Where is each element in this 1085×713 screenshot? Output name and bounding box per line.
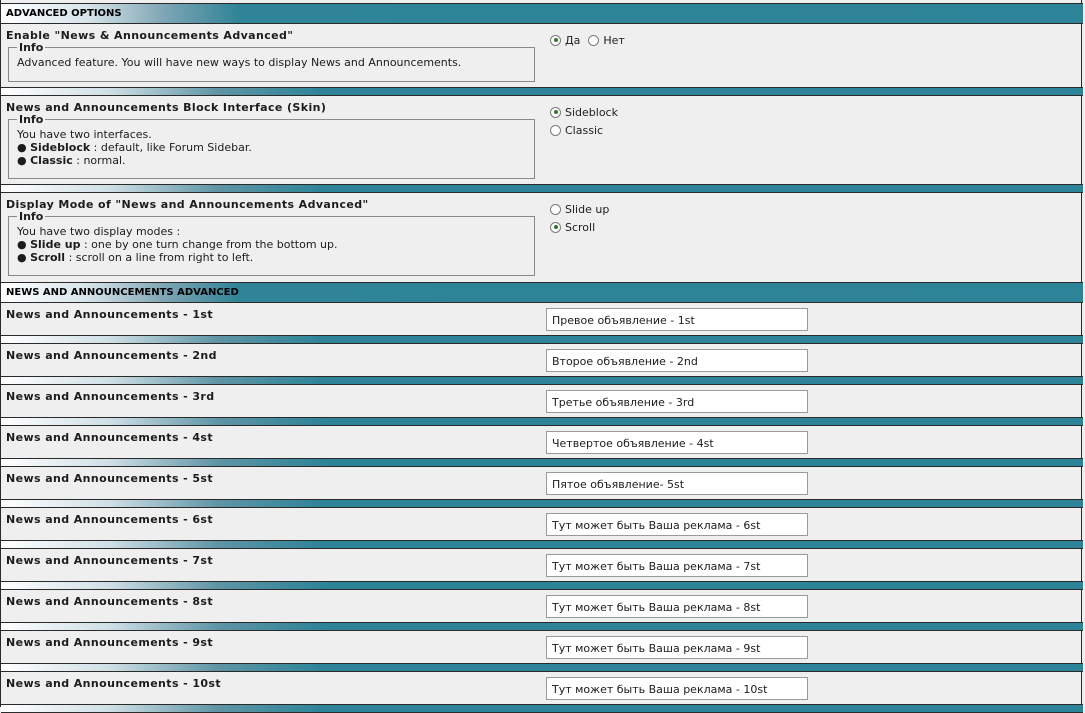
mode-info-box: Info You have two display modes : ● Slid… (8, 210, 535, 276)
news-row-label: News and Announcements - 7st (6, 554, 213, 567)
bullet-icon: ● (17, 251, 27, 264)
radio-slide-up[interactable] (550, 203, 561, 215)
news-row-label: News and Announcements - 3rd (6, 390, 215, 403)
radio-sideblock-label[interactable]: Sideblock (565, 106, 618, 119)
news-row-label: News and Announcements - 10st (6, 677, 222, 690)
mode-info-intro: You have two display modes : (17, 225, 181, 238)
row-separator (1, 704, 1083, 713)
advanced-options-header-label: ADVANCED OPTIONS (6, 8, 122, 19)
news-row-label: News and Announcements - 9st (6, 636, 213, 649)
news-section-header-label: NEWS AND ANNOUNCEMENTS ADVANCED (6, 287, 239, 298)
radio-classic[interactable] (550, 124, 561, 136)
info-legend: Info (19, 113, 44, 126)
news-text-input[interactable]: Четвертое объявление - 4st (546, 431, 808, 454)
skin-radio-classic-row: Classic (550, 122, 603, 138)
row-separator (1, 581, 1083, 590)
news-text-input[interactable]: Второе объявление - 2nd (546, 349, 808, 372)
radio-classic-label[interactable]: Classic (565, 124, 603, 137)
news-row-label: News and Announcements - 1st (6, 308, 213, 321)
news-text-input[interactable]: Тут может быть Ваша реклама - 7st (546, 554, 808, 577)
news-row-label: News and Announcements - 4st (6, 431, 213, 444)
radio-yes[interactable] (550, 34, 561, 46)
settings-panel: ADVANCED OPTIONS Enable "News & Announce… (0, 0, 1083, 713)
news-text-input[interactable]: Превое объявление - 1st (546, 308, 808, 331)
radio-yes-label[interactable]: Да (565, 34, 580, 47)
row-separator (1, 663, 1083, 672)
news-text-input[interactable]: Тут может быть Ваша реклама - 9st (546, 636, 808, 659)
row-separator (1, 376, 1083, 385)
row-separator (1, 622, 1083, 631)
news-row-label: News and Announcements - 6st (6, 513, 213, 526)
news-row-label: News and Announcements - 2nd (6, 349, 217, 362)
row-separator (1, 417, 1083, 426)
enable-info-box: Info Advanced feature. You will have new… (8, 41, 535, 82)
radio-no-label[interactable]: Нет (603, 34, 624, 47)
radio-slide-up-label[interactable]: Slide up (565, 203, 609, 216)
skin-info-item-name: Classic (30, 154, 73, 167)
skin-info-intro: You have two interfaces. (17, 128, 152, 141)
radio-scroll[interactable] (550, 221, 561, 233)
news-text-input[interactable]: Пятое объявление- 5st (546, 472, 808, 495)
news-text-input[interactable]: Тут может быть Ваша реклама - 6st (546, 513, 808, 536)
skin-radio-sideblock-row: Sideblock (550, 104, 618, 120)
row-separator (1, 458, 1083, 467)
radio-no[interactable] (588, 34, 600, 46)
skin-info-item-desc: : normal. (72, 154, 126, 167)
mode-info-item-name: Scroll (30, 251, 66, 264)
section-separator (1, 184, 1083, 193)
mode-radio-scroll-row: Scroll (550, 219, 595, 235)
mode-info-item-name: Slide up (30, 238, 81, 251)
mode-info-item: ● Slide up : one by one turn change from… (17, 238, 526, 251)
radio-scroll-label[interactable]: Scroll (565, 221, 595, 234)
skin-info-item: ● Sideblock : default, like Forum Sideba… (17, 141, 526, 154)
advanced-options-header: ADVANCED OPTIONS (1, 3, 1083, 24)
skin-info-box: Info You have two interfaces. ● Sidebloc… (8, 113, 535, 179)
enable-info-text: Advanced feature. You will have new ways… (17, 56, 462, 69)
mode-info-item: ● Scroll : scroll on a line from right t… (17, 251, 526, 264)
news-row-label: News and Announcements - 8st (6, 595, 213, 608)
skin-info-item-desc: : default, like Forum Sidebar. (90, 141, 252, 154)
info-legend: Info (19, 210, 44, 223)
bullet-icon: ● (17, 141, 27, 154)
radio-sideblock[interactable] (550, 106, 561, 118)
news-section-header: NEWS AND ANNOUNCEMENTS ADVANCED (1, 282, 1083, 303)
news-text-input[interactable]: Тут может быть Ваша реклама - 8st (546, 595, 808, 618)
row-separator (1, 499, 1083, 508)
news-text-input[interactable]: Третье объявление - 3rd (546, 390, 808, 413)
skin-info-item-name: Sideblock (30, 141, 91, 154)
enable-radio-group: Да Нет (550, 32, 625, 48)
row-separator (1, 540, 1083, 549)
bullet-icon: ● (17, 154, 27, 167)
info-legend: Info (19, 41, 44, 54)
bullet-icon: ● (17, 238, 27, 251)
mode-radio-slideup-row: Slide up (550, 201, 609, 217)
section-separator (1, 87, 1083, 96)
news-row-label: News and Announcements - 5st (6, 472, 213, 485)
skin-info-item: ● Classic : normal. (17, 154, 526, 167)
row-separator (1, 335, 1083, 344)
news-text-input[interactable]: Тут может быть Ваша реклама - 10st (546, 677, 808, 700)
mode-info-item-desc: : one by one turn change from the bottom… (80, 238, 338, 251)
mode-info-item-desc: : scroll on a line from right to left. (65, 251, 254, 264)
